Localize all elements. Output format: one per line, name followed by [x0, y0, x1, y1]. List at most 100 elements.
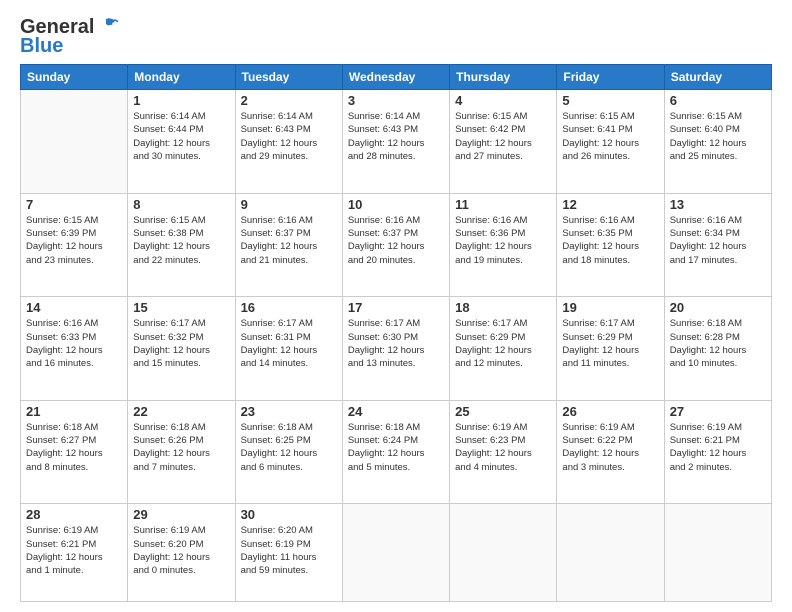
header: General Blue: [20, 16, 772, 58]
logo-bird-icon: [96, 17, 118, 35]
day-number: 15: [133, 300, 229, 315]
calendar-cell: [557, 504, 664, 602]
calendar-cell: 12Sunrise: 6:16 AMSunset: 6:35 PMDayligh…: [557, 193, 664, 297]
day-info: Sunrise: 6:20 AMSunset: 6:19 PMDaylight:…: [241, 524, 337, 577]
calendar-cell: 5 Sunrise: 6:15 AMSunset: 6:41 PMDaylight…: [557, 90, 664, 194]
day-number: 11: [455, 197, 551, 212]
day-info: Sunrise: 6:19 AMSunset: 6:21 PMDaylight:…: [26, 524, 122, 577]
calendar-cell: 14 Sunrise: 6:16 AMSunset: 6:33 PMDayligh…: [21, 297, 128, 401]
day-number: 8: [133, 197, 229, 212]
day-info: Sunrise: 6:14 AMSunset: 6:43 PMDaylight:…: [348, 110, 444, 163]
weekday-header-saturday: Saturday: [664, 65, 771, 90]
day-number: 29: [133, 507, 229, 522]
calendar-cell: [342, 504, 449, 602]
weekday-header-friday: Friday: [557, 65, 664, 90]
calendar-cell: 2 Sunrise: 6:14 AMSunset: 6:43 PMDaylight…: [235, 90, 342, 194]
day-number: 9: [241, 197, 337, 212]
logo: General Blue: [20, 16, 118, 58]
day-number: 30: [241, 507, 337, 522]
calendar-cell: 22 Sunrise: 6:18 AMSunset: 6:26 PMDayligh…: [128, 400, 235, 504]
calendar-cell: 18 Sunrise: 6:17 AMSunset: 6:29 PMDayligh…: [450, 297, 557, 401]
calendar-cell: 6 Sunrise: 6:15 AMSunset: 6:40 PMDaylight…: [664, 90, 771, 194]
day-number: 21: [26, 404, 122, 419]
day-number: 1: [133, 93, 229, 108]
day-info: Sunrise: 6:19 AMSunset: 6:23 PMDaylight:…: [455, 421, 551, 474]
day-info: Sunrise: 6:15 AMSunset: 6:42 PMDaylight:…: [455, 110, 551, 163]
day-number: 17: [348, 300, 444, 315]
day-info: Sunrise: 6:18 AMSunset: 6:28 PMDaylight:…: [670, 317, 766, 370]
calendar-cell: 25Sunrise: 6:19 AMSunset: 6:23 PMDayligh…: [450, 400, 557, 504]
calendar-cell: 13Sunrise: 6:16 AMSunset: 6:34 PMDayligh…: [664, 193, 771, 297]
day-info: Sunrise: 6:14 AMSunset: 6:44 PMDaylight:…: [133, 110, 229, 163]
calendar-cell: 30 Sunrise: 6:20 AMSunset: 6:19 PMDayligh…: [235, 504, 342, 602]
calendar-cell: 29 Sunrise: 6:19 AMSunset: 6:20 PMDayligh…: [128, 504, 235, 602]
day-number: 26: [562, 404, 658, 419]
day-number: 10: [348, 197, 444, 212]
calendar-cell: 15 Sunrise: 6:17 AMSunset: 6:32 PMDayligh…: [128, 297, 235, 401]
day-info: Sunrise: 6:19 AMSunset: 6:22 PMDaylight:…: [562, 421, 658, 474]
calendar-cell: 4 Sunrise: 6:15 AMSunset: 6:42 PMDaylight…: [450, 90, 557, 194]
calendar-cell: [21, 90, 128, 194]
day-number: 20: [670, 300, 766, 315]
calendar-cell: 7 Sunrise: 6:15 AMSunset: 6:39 PMDaylight…: [21, 193, 128, 297]
day-number: 5: [562, 93, 658, 108]
day-info: Sunrise: 6:15 AMSunset: 6:40 PMDaylight:…: [670, 110, 766, 163]
day-info: Sunrise: 6:18 AMSunset: 6:25 PMDaylight:…: [241, 421, 337, 474]
week-row-2: 7 Sunrise: 6:15 AMSunset: 6:39 PMDaylight…: [21, 193, 772, 297]
day-number: 7: [26, 197, 122, 212]
weekday-header-row: SundayMondayTuesdayWednesdayThursdayFrid…: [21, 65, 772, 90]
day-info: Sunrise: 6:17 AMSunset: 6:32 PMDaylight:…: [133, 317, 229, 370]
week-row-5: 28 Sunrise: 6:19 AMSunset: 6:21 PMDayligh…: [21, 504, 772, 602]
calendar-cell: 10 Sunrise: 6:16 AMSunset: 6:37 PMDayligh…: [342, 193, 449, 297]
calendar-cell: [450, 504, 557, 602]
calendar-cell: 23 Sunrise: 6:18 AMSunset: 6:25 PMDayligh…: [235, 400, 342, 504]
day-number: 24: [348, 404, 444, 419]
day-info: Sunrise: 6:19 AMSunset: 6:20 PMDaylight:…: [133, 524, 229, 577]
day-number: 2: [241, 93, 337, 108]
calendar-cell: 24 Sunrise: 6:18 AMSunset: 6:24 PMDayligh…: [342, 400, 449, 504]
day-info: Sunrise: 6:17 AMSunset: 6:29 PMDaylight:…: [455, 317, 551, 370]
weekday-header-sunday: Sunday: [21, 65, 128, 90]
day-info: Sunrise: 6:17 AMSunset: 6:31 PMDaylight:…: [241, 317, 337, 370]
weekday-header-tuesday: Tuesday: [235, 65, 342, 90]
day-info: Sunrise: 6:15 AMSunset: 6:41 PMDaylight:…: [562, 110, 658, 163]
calendar-table: SundayMondayTuesdayWednesdayThursdayFrid…: [20, 64, 772, 602]
day-info: Sunrise: 6:15 AMSunset: 6:39 PMDaylight:…: [26, 214, 122, 267]
week-row-3: 14 Sunrise: 6:16 AMSunset: 6:33 PMDayligh…: [21, 297, 772, 401]
page: General Blue SundayMondayTuesdayWednesda…: [0, 0, 792, 612]
calendar-cell: 8 Sunrise: 6:15 AMSunset: 6:38 PMDaylight…: [128, 193, 235, 297]
day-info: Sunrise: 6:18 AMSunset: 6:26 PMDaylight:…: [133, 421, 229, 474]
week-row-4: 21 Sunrise: 6:18 AMSunset: 6:27 PMDayligh…: [21, 400, 772, 504]
day-info: Sunrise: 6:16 AMSunset: 6:36 PMDaylight:…: [455, 214, 551, 267]
calendar-cell: 16Sunrise: 6:17 AMSunset: 6:31 PMDayligh…: [235, 297, 342, 401]
day-number: 22: [133, 404, 229, 419]
day-info: Sunrise: 6:14 AMSunset: 6:43 PMDaylight:…: [241, 110, 337, 163]
day-info: Sunrise: 6:16 AMSunset: 6:37 PMDaylight:…: [348, 214, 444, 267]
calendar-cell: 9 Sunrise: 6:16 AMSunset: 6:37 PMDaylight…: [235, 193, 342, 297]
weekday-header-thursday: Thursday: [450, 65, 557, 90]
logo-blue: Blue: [20, 35, 63, 58]
day-number: 3: [348, 93, 444, 108]
day-info: Sunrise: 6:17 AMSunset: 6:29 PMDaylight:…: [562, 317, 658, 370]
calendar-cell: 27 Sunrise: 6:19 AMSunset: 6:21 PMDayligh…: [664, 400, 771, 504]
day-number: 28: [26, 507, 122, 522]
day-number: 6: [670, 93, 766, 108]
calendar-cell: 21 Sunrise: 6:18 AMSunset: 6:27 PMDayligh…: [21, 400, 128, 504]
day-info: Sunrise: 6:17 AMSunset: 6:30 PMDaylight:…: [348, 317, 444, 370]
calendar-cell: 3 Sunrise: 6:14 AMSunset: 6:43 PMDaylight…: [342, 90, 449, 194]
weekday-header-monday: Monday: [128, 65, 235, 90]
day-info: Sunrise: 6:18 AMSunset: 6:24 PMDaylight:…: [348, 421, 444, 474]
day-number: 18: [455, 300, 551, 315]
day-info: Sunrise: 6:18 AMSunset: 6:27 PMDaylight:…: [26, 421, 122, 474]
day-info: Sunrise: 6:15 AMSunset: 6:38 PMDaylight:…: [133, 214, 229, 267]
day-info: Sunrise: 6:16 AMSunset: 6:34 PMDaylight:…: [670, 214, 766, 267]
calendar-cell: 1 Sunrise: 6:14 AMSunset: 6:44 PMDaylight…: [128, 90, 235, 194]
day-info: Sunrise: 6:19 AMSunset: 6:21 PMDaylight:…: [670, 421, 766, 474]
day-number: 27: [670, 404, 766, 419]
day-number: 14: [26, 300, 122, 315]
day-number: 4: [455, 93, 551, 108]
day-info: Sunrise: 6:16 AMSunset: 6:33 PMDaylight:…: [26, 317, 122, 370]
day-info: Sunrise: 6:16 AMSunset: 6:37 PMDaylight:…: [241, 214, 337, 267]
calendar-cell: [664, 504, 771, 602]
day-number: 23: [241, 404, 337, 419]
